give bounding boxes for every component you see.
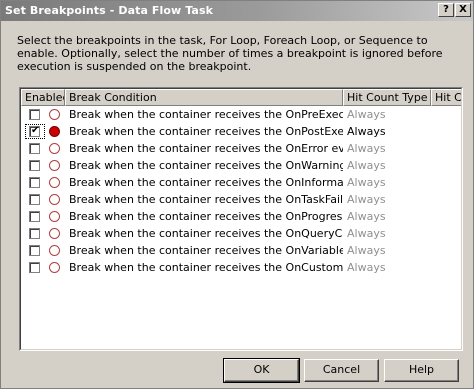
enabled-checkbox[interactable] xyxy=(29,125,40,137)
title-bar[interactable]: Set Breakpoints - Data Flow Task ? X xyxy=(1,1,473,21)
hit-count-type-cell: Always xyxy=(347,227,386,240)
breakpoint-active-icon xyxy=(49,126,60,137)
breakpoint-inactive-icon xyxy=(49,177,60,188)
table-row[interactable]: Break when the container receives the On… xyxy=(21,140,461,157)
break-condition-cell: Break when the container receives the On… xyxy=(69,108,343,121)
break-condition-cell: Break when the container receives the On… xyxy=(69,261,343,274)
table-row[interactable]: Break when the container receives the On… xyxy=(21,174,461,191)
enabled-checkbox[interactable] xyxy=(29,228,40,239)
enabled-cell xyxy=(21,174,65,191)
enabled-checkbox[interactable] xyxy=(29,143,40,154)
table-row[interactable]: Break when the container receives the On… xyxy=(21,157,461,174)
enabled-cell xyxy=(21,208,65,225)
hit-count-type-cell: Always xyxy=(347,210,386,223)
break-condition-cell: Break when the container receives the On… xyxy=(69,227,343,240)
hit-count-type-cell: Always xyxy=(347,159,386,172)
table-row[interactable]: Break when the container receives the On… xyxy=(21,191,461,208)
hit-count-type-cell: Always xyxy=(347,244,386,257)
enabled-cell xyxy=(21,225,65,242)
column-header-hit-count-type[interactable]: Hit Count Type xyxy=(343,89,431,106)
column-header-hit-count[interactable]: Hit Cou xyxy=(431,89,461,106)
hit-count-type-cell: Always xyxy=(347,176,386,189)
enabled-checkbox[interactable] xyxy=(29,177,40,188)
ok-button[interactable]: OK xyxy=(223,358,300,383)
break-condition-cell: Break when the container receives the On… xyxy=(69,142,343,155)
enabled-checkbox[interactable] xyxy=(29,262,40,273)
break-condition-cell: Break when the container receives the On… xyxy=(69,159,343,172)
breakpoint-inactive-icon xyxy=(49,109,60,120)
enabled-checkbox[interactable] xyxy=(29,211,40,222)
breakpoint-inactive-icon xyxy=(49,143,60,154)
enabled-checkbox[interactable] xyxy=(29,109,40,120)
table-row[interactable]: Break when the container receives the On… xyxy=(21,208,461,225)
break-condition-cell: Break when the container receives the On… xyxy=(69,125,343,138)
table-row[interactable]: Break when the container receives the On… xyxy=(21,259,461,276)
break-condition-cell: Break when the container receives the On… xyxy=(69,176,343,189)
break-condition-cell: Break when the container receives the On… xyxy=(69,193,343,206)
table-row[interactable]: Break when the container receives the On… xyxy=(21,225,461,242)
close-icon: X xyxy=(459,4,467,15)
enabled-checkbox[interactable] xyxy=(29,245,40,256)
enabled-cell xyxy=(21,106,65,123)
breakpoint-inactive-icon xyxy=(49,160,60,171)
breakpoint-inactive-icon xyxy=(49,211,60,222)
breakpoint-inactive-icon xyxy=(49,262,60,273)
close-button[interactable]: X xyxy=(455,3,471,17)
hit-count-type-cell: Always xyxy=(347,108,386,121)
enabled-cell xyxy=(21,191,65,208)
column-header-break-condition[interactable]: Break Condition xyxy=(65,89,343,106)
grid-rows: Break when the container receives the On… xyxy=(21,106,461,276)
enabled-cell xyxy=(21,123,65,140)
enabled-checkbox[interactable] xyxy=(29,160,40,171)
break-condition-cell: Break when the container receives the On… xyxy=(69,210,343,223)
table-row[interactable]: Break when the container receives the On… xyxy=(21,106,461,123)
enabled-checkbox[interactable] xyxy=(29,194,40,205)
enabled-cell xyxy=(21,242,65,259)
help-title-button[interactable]: ? xyxy=(438,3,454,17)
grid-header: Enabled Break Condition Hit Count Type H… xyxy=(21,89,461,106)
help-button[interactable]: Help xyxy=(384,359,459,382)
breakpoint-inactive-icon xyxy=(49,245,60,256)
break-condition-cell: Break when the container receives the On… xyxy=(69,244,343,257)
window-title: Set Breakpoints - Data Flow Task xyxy=(5,4,214,17)
question-icon: ? xyxy=(443,4,449,15)
hit-count-type-cell: Always xyxy=(347,193,386,206)
breakpoint-inactive-icon xyxy=(49,194,60,205)
hit-count-type-cell[interactable]: Always xyxy=(343,125,431,138)
cancel-button[interactable]: Cancel xyxy=(304,359,379,382)
table-row[interactable]: Break when the container receives the On… xyxy=(21,123,461,140)
enabled-cell xyxy=(21,259,65,276)
hit-count-type-cell: Always xyxy=(347,142,386,155)
breakpoint-inactive-icon xyxy=(49,228,60,239)
enabled-cell xyxy=(21,157,65,174)
hit-count-type-cell: Always xyxy=(347,261,386,274)
instructions-text: Select the breakpoints in the task, For … xyxy=(17,34,443,73)
enabled-cell xyxy=(21,140,65,157)
breakpoints-grid: Enabled Break Condition Hit Count Type H… xyxy=(19,87,463,351)
set-breakpoints-dialog: Set Breakpoints - Data Flow Task ? X Sel… xyxy=(0,0,474,389)
column-header-enabled[interactable]: Enabled xyxy=(21,89,65,106)
table-row[interactable]: Break when the container receives the On… xyxy=(21,242,461,259)
